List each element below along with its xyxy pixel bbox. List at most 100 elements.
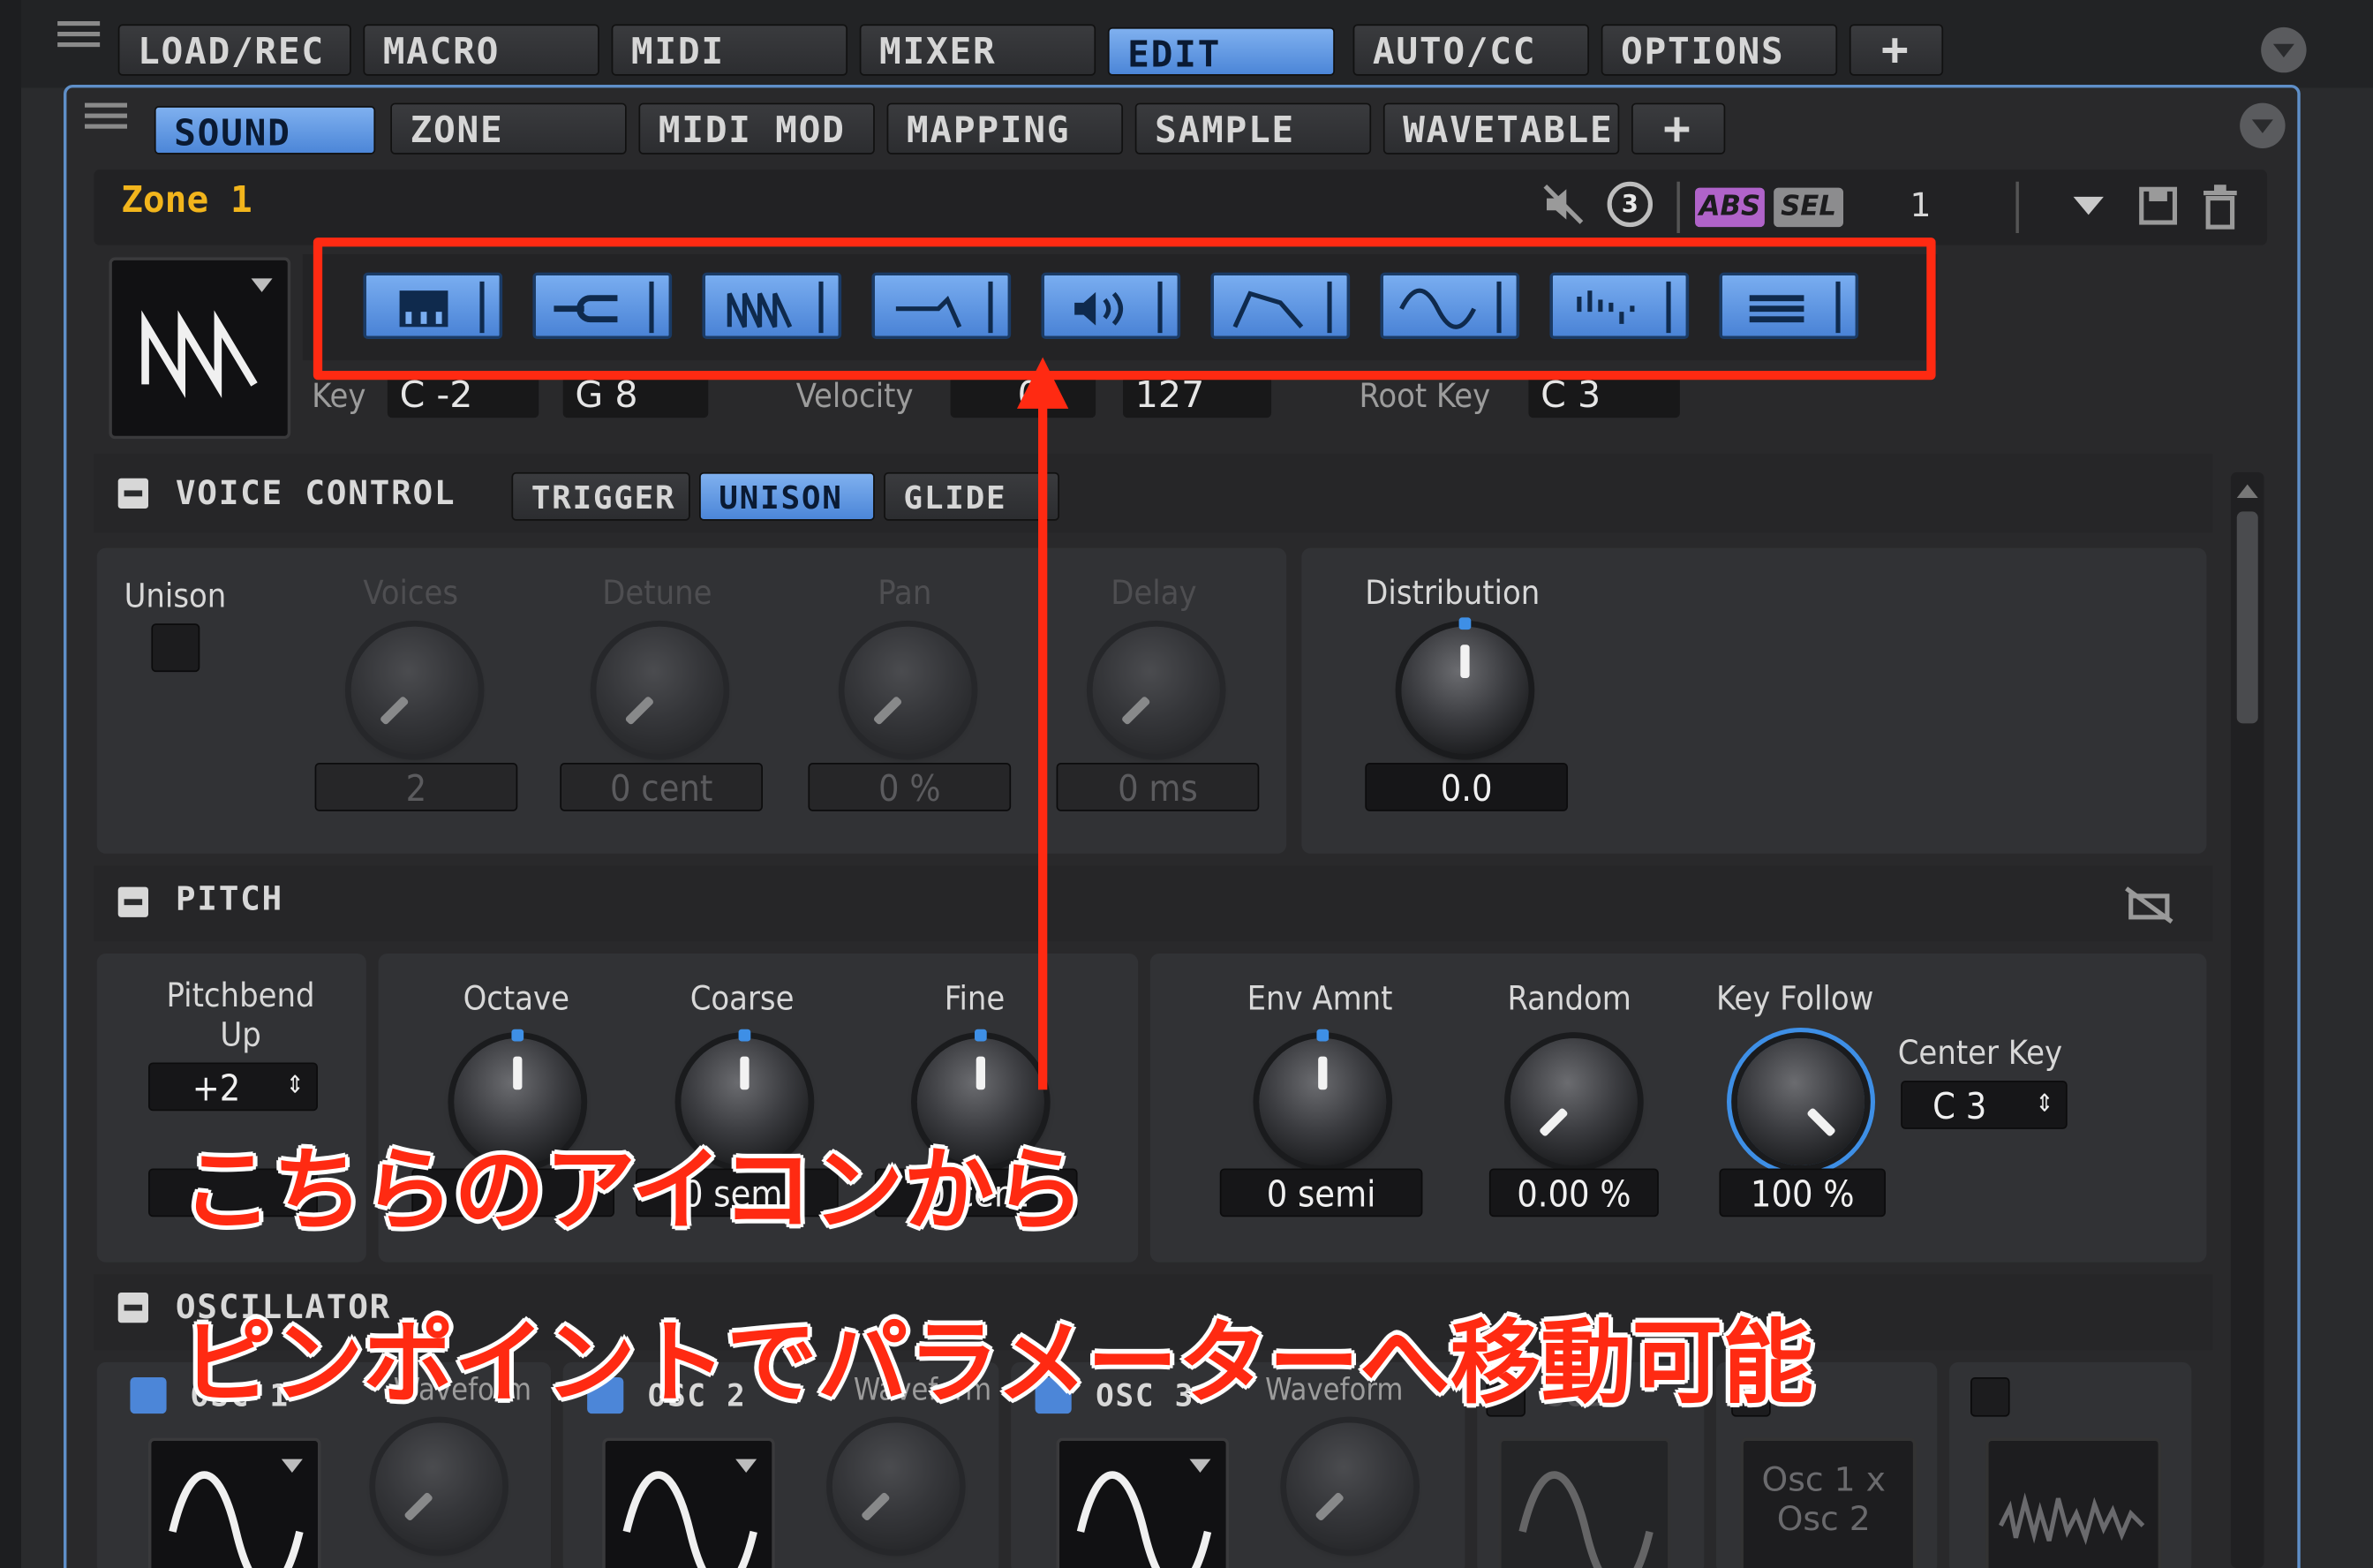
random-knob[interactable] — [1510, 1038, 1638, 1166]
tab-mapping[interactable]: MAPPING — [886, 102, 1124, 155]
tab-wavetable[interactable]: WAVETABLE — [1382, 102, 1620, 155]
random-value[interactable]: 0.00 % — [1488, 1168, 1659, 1217]
env-amnt-value[interactable]: 0 semi — [1219, 1168, 1423, 1217]
velocity-label: Velocity — [795, 378, 914, 417]
keyboard-off-icon[interactable] — [2121, 884, 2176, 926]
sel-toggle[interactable]: SEL — [1774, 187, 1844, 228]
tab-midi[interactable]: MIDI — [611, 24, 848, 76]
detune-value[interactable]: 0 cent — [560, 763, 764, 811]
tab-zone[interactable]: ZONE — [390, 102, 627, 155]
voices-label: Voices — [363, 575, 459, 614]
osc1-enable-checkbox[interactable] — [130, 1377, 167, 1414]
tab-options[interactable]: OPTIONS — [1601, 24, 1838, 76]
editor-window: LOAD/REC MACRO MIDI MIXER EDIT AUTO/CC O… — [0, 0, 2373, 1568]
tab-unison[interactable]: UNISON — [699, 471, 875, 521]
osc2-knob[interactable] — [832, 1422, 960, 1550]
pan-label: Pan — [878, 575, 932, 614]
tab-mixer[interactable]: MIXER — [859, 24, 1096, 76]
osc3-knob[interactable] — [1286, 1422, 1414, 1550]
distribution-label: Distribution — [1365, 575, 1541, 614]
save-icon[interactable] — [2137, 185, 2180, 227]
pitchbend-up-field[interactable]: +2 ⇕ — [148, 1061, 319, 1112]
dropdown-arrow-icon[interactable] — [2073, 196, 2104, 215]
pan-knob[interactable] — [844, 626, 972, 754]
octave-label: Octave — [463, 980, 569, 1019]
coarse-label: Coarse — [689, 980, 795, 1019]
distribution-value[interactable]: 0.0 — [1365, 763, 1569, 811]
sine-wave-icon — [1518, 1471, 1654, 1568]
pitchbend-up-value: +2 — [192, 1067, 241, 1110]
osc2-waveform-selector[interactable] — [602, 1437, 775, 1568]
collapse-icon[interactable] — [117, 478, 149, 509]
velocity-high-value: 127 — [1134, 373, 1205, 417]
env-amnt-knob[interactable] — [1259, 1029, 1387, 1166]
noise-waveform-icon — [1999, 1492, 2145, 1546]
divider — [2015, 181, 2019, 234]
tab-auto-cc[interactable]: AUTO/CC — [1352, 24, 1590, 76]
ring-mod-source-selector[interactable]: Osc 1 x Osc 2 — [1740, 1437, 1917, 1568]
distribution-knob[interactable] — [1401, 617, 1529, 754]
scroll-up-icon[interactable] — [2236, 484, 2258, 499]
osc1-knob[interactable] — [375, 1422, 503, 1550]
root-key-label: Root Key — [1359, 378, 1491, 417]
key-label: Key — [312, 378, 366, 417]
detune-knob[interactable] — [596, 626, 724, 754]
unison-checkbox[interactable] — [151, 623, 200, 673]
annotation-arrow — [1017, 357, 1069, 1090]
menu-handle-icon[interactable] — [57, 21, 101, 55]
center-key-label: Center Key — [1897, 1035, 2063, 1074]
collapse-icon[interactable] — [117, 886, 149, 917]
layer-solo-icon[interactable]: 3 — [1607, 181, 1654, 228]
noise-enable-checkbox[interactable] — [1970, 1377, 2010, 1417]
delay-label: Delay — [1111, 575, 1197, 614]
tab-midi-mod[interactable]: MIDI MOD — [638, 102, 875, 155]
pitchbend-up-label: Pitchbend Up — [166, 977, 315, 1055]
voice-control-title: VOICE CONTROL — [175, 475, 456, 514]
pan-value[interactable]: 0 % — [808, 763, 1012, 811]
pitch-header — [94, 865, 2213, 942]
add-subtab-button[interactable]: + — [1631, 102, 1726, 155]
key-follow-knob[interactable] — [1737, 1038, 1865, 1166]
voices-knob[interactable] — [350, 626, 478, 754]
tab-sound[interactable]: SOUND — [154, 106, 376, 155]
chevron-down-icon[interactable] — [2240, 102, 2286, 149]
key-follow-value[interactable]: 100 % — [1719, 1168, 1887, 1217]
annotation-line-1: こちらのアイコンから — [181, 1138, 1086, 1245]
stepper-icon[interactable]: ⇕ — [2036, 1079, 2054, 1127]
chevron-down-icon[interactable] — [2261, 26, 2307, 73]
left-edge — [0, 0, 22, 1568]
center-key-value: C 3 — [1932, 1085, 1987, 1128]
osc1-waveform-selector[interactable] — [148, 1437, 321, 1568]
voices-value[interactable]: 2 — [314, 763, 518, 811]
root-key-value: C 3 — [1541, 373, 1601, 417]
zone-title: Zone 1 — [121, 178, 252, 222]
center-key-field[interactable]: C 3 ⇕ — [1901, 1081, 2068, 1129]
key-follow-label: Key Follow — [1716, 980, 1874, 1019]
noise-type-selector[interactable] — [1985, 1437, 2162, 1568]
env-amnt-label: Env Amnt — [1247, 980, 1393, 1019]
tab-load-rec[interactable]: LOAD/REC — [117, 24, 351, 76]
tab-sample[interactable]: SAMPLE — [1134, 102, 1372, 155]
stepper-icon[interactable]: ⇕ — [286, 1061, 305, 1110]
tab-edit[interactable]: EDIT — [1107, 26, 1336, 76]
collapse-icon[interactable] — [117, 1293, 149, 1323]
pitch-title: PITCH — [175, 880, 283, 919]
trash-icon[interactable] — [2201, 185, 2241, 230]
abs-toggle[interactable]: ABS — [1695, 187, 1765, 228]
scrollbar-track[interactable] — [2230, 471, 2264, 1568]
tab-trigger[interactable]: TRIGGER — [511, 471, 690, 521]
key-high-value: G 8 — [575, 373, 638, 417]
waveform-selector[interactable] — [109, 257, 291, 440]
delay-knob[interactable] — [1092, 626, 1220, 754]
mute-icon[interactable] — [1541, 182, 1586, 227]
tab-macro[interactable]: MACRO — [363, 24, 599, 76]
zone-count: 1 — [1910, 187, 1932, 226]
add-tab-button[interactable]: + — [1849, 24, 1944, 77]
ring-mod-source-label: Osc 1 x Osc 2 — [1761, 1462, 1886, 1540]
sub-waveform-selector[interactable] — [1498, 1437, 1671, 1568]
fine-label: Fine — [944, 980, 1006, 1019]
scrollbar-thumb[interactable] — [2236, 511, 2258, 724]
highlight-box — [313, 237, 1936, 381]
menu-handle-icon[interactable] — [85, 102, 128, 137]
osc3-waveform-selector[interactable] — [1056, 1437, 1230, 1568]
